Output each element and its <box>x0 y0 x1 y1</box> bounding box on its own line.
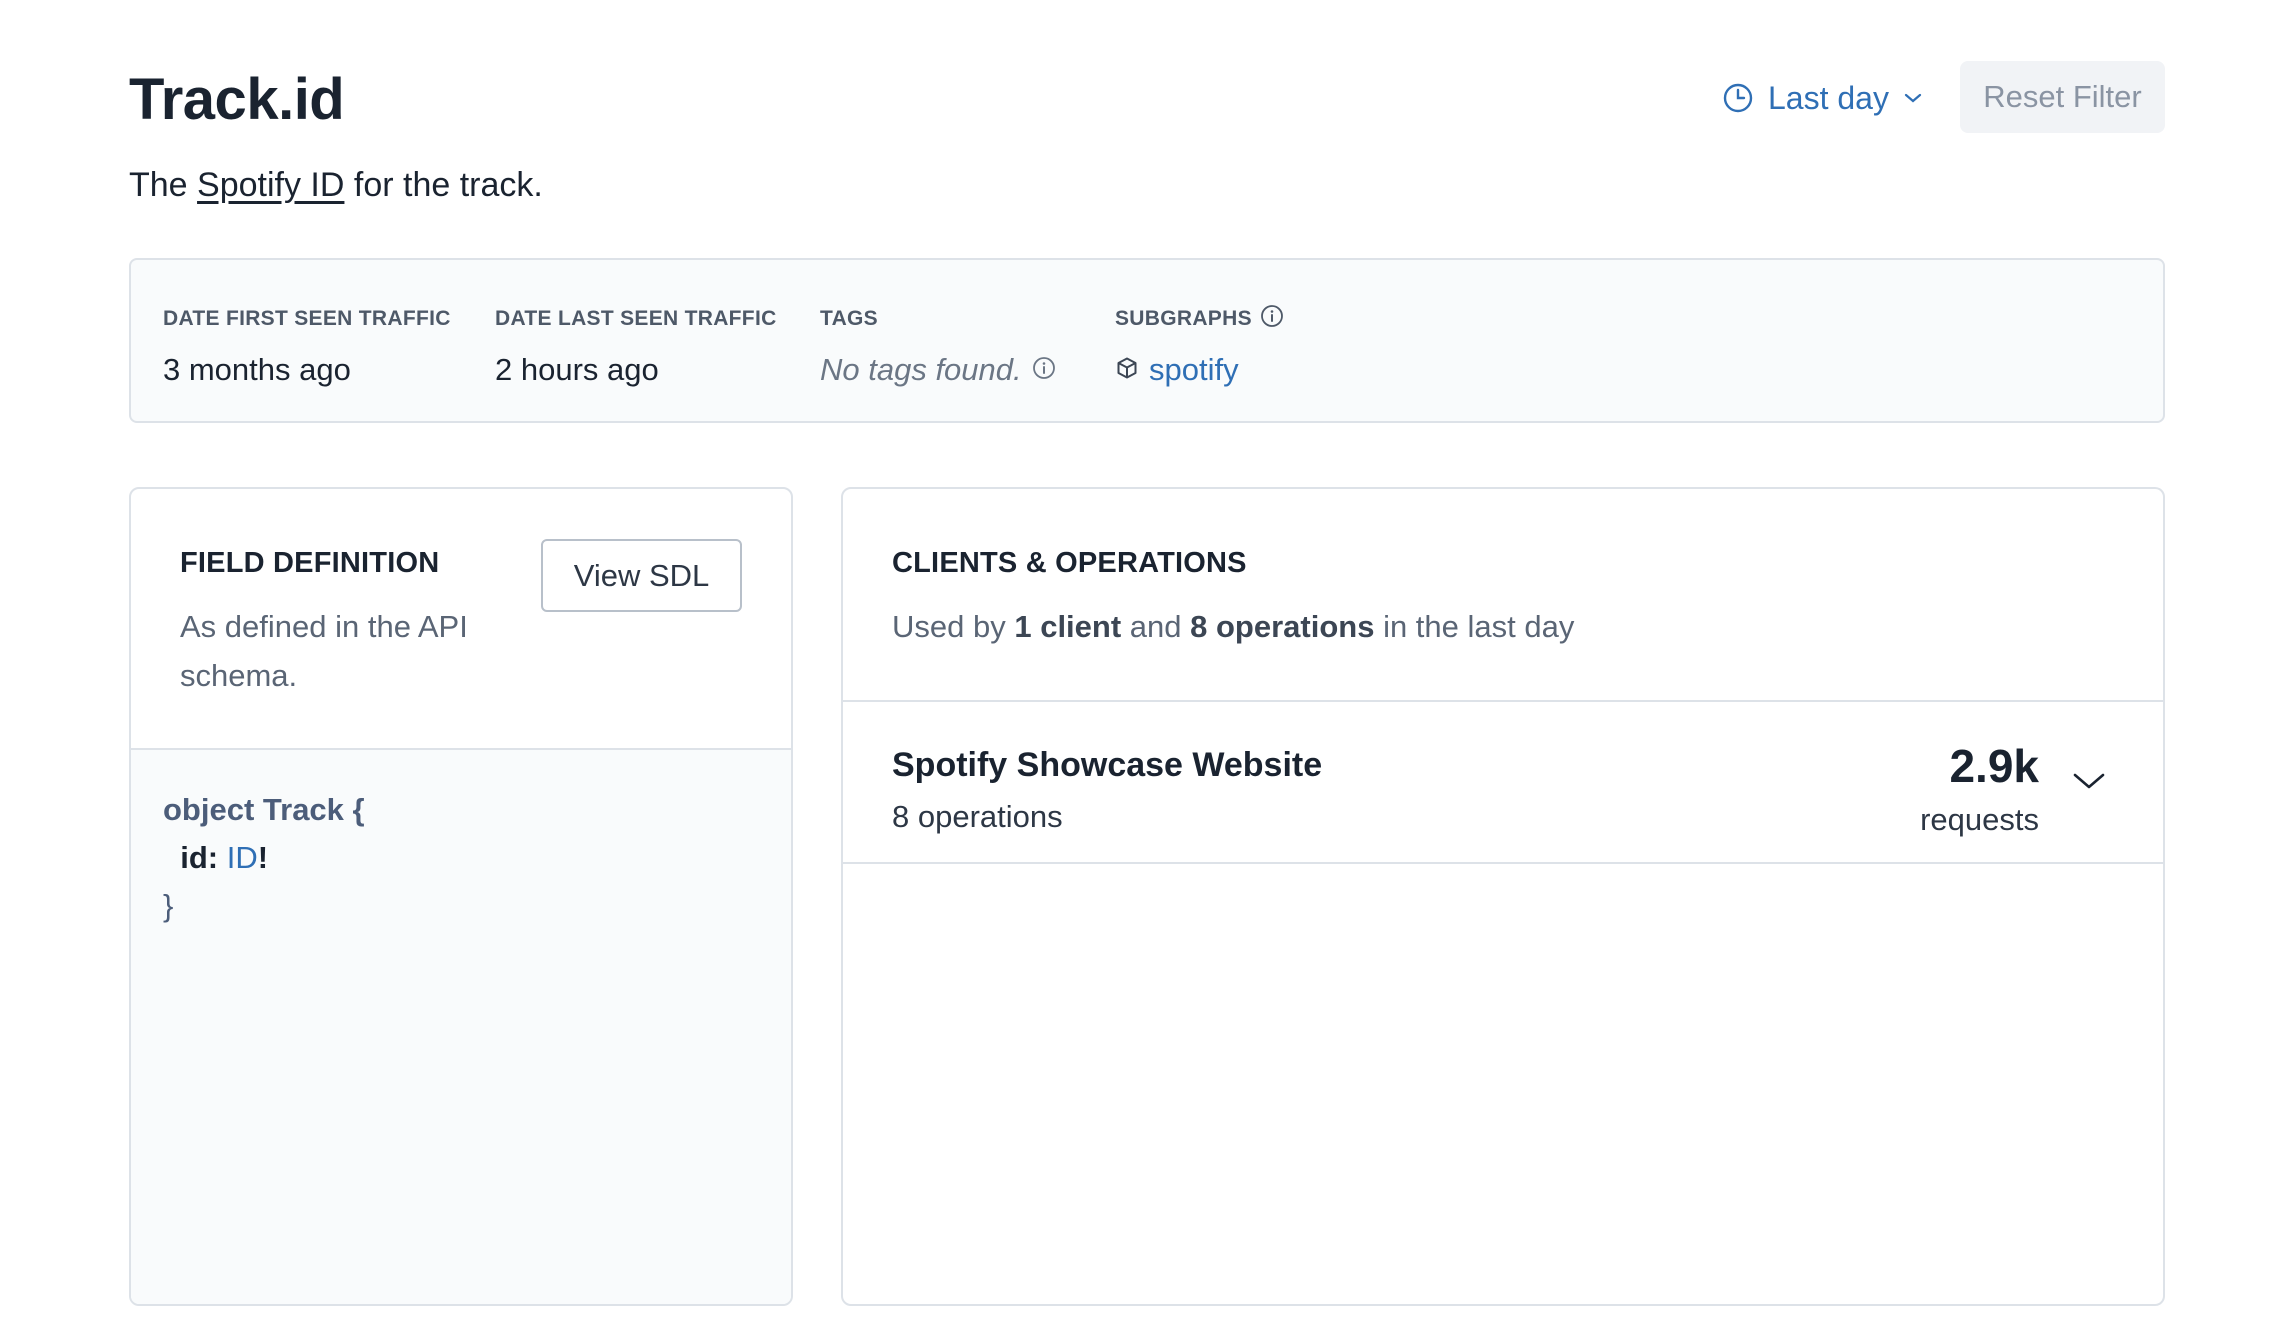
field-definition-card: FIELD DEFINITION As defined in the API s… <box>129 487 793 1306</box>
summary-operations: 8 operations <box>1190 609 1375 644</box>
client-requests: 2.9k requests <box>1920 738 2039 838</box>
divider <box>843 862 2163 864</box>
field-definition-subtitle: As defined in the API schema. <box>180 602 468 700</box>
tags-value-row: No tags found. <box>820 349 1056 391</box>
chevron-down-icon <box>2072 770 2106 797</box>
subgraphs-column: SUBGRAPHS spotify <box>1115 305 1284 391</box>
first-seen-value: 3 months ago <box>163 352 351 387</box>
clients-operations-card: CLIENTS & OPERATIONS Used by 1 client an… <box>841 487 2165 1306</box>
time-range-dropdown[interactable]: Last day <box>1722 74 1923 122</box>
subtitle-line-1: As defined in the API <box>180 609 468 644</box>
first-seen-label: DATE FIRST SEEN TRAFFIC <box>163 307 451 330</box>
request-label: requests <box>1920 802 2039 837</box>
view-sdl-button[interactable]: View SDL <box>541 539 742 612</box>
type-name: Track. <box>129 67 294 132</box>
code-line: id: ID! <box>163 834 365 882</box>
expand-client-toggle[interactable] <box>2069 768 2109 798</box>
spotify-id-link[interactable]: Spotify ID <box>197 166 344 204</box>
clients-operations-title: CLIENTS & OPERATIONS <box>892 547 1247 579</box>
code-line: object Track { <box>163 786 365 834</box>
subgraph-link[interactable]: spotify <box>1115 349 1284 391</box>
request-count: 2.9k <box>1949 740 2039 792</box>
field-metadata-bar: DATE FIRST SEEN TRAFFIC 3 months ago DAT… <box>129 258 2165 423</box>
code-field-name: id: <box>180 840 219 875</box>
code-non-null-marker: ! <box>257 840 269 875</box>
subtitle-line-2: schema. <box>180 658 298 693</box>
tags-value: No tags found. <box>820 352 1022 387</box>
subgraph-name: spotify <box>1149 352 1239 387</box>
summary-prefix: Used by <box>892 609 1015 644</box>
page-title: Track.id <box>129 62 345 138</box>
description-suffix: for the track. <box>344 166 543 204</box>
description-prefix: The <box>129 166 198 204</box>
last-seen-column: DATE LAST SEEN TRAFFIC 2 hours ago <box>495 305 777 391</box>
field-description: The Spotify ID for the track. <box>129 163 543 207</box>
client-operations-count: 8 operations <box>892 799 1063 834</box>
client-row[interactable]: Spotify Showcase Website 8 operations 2.… <box>843 702 2163 862</box>
code-object-decl: object Track { <box>163 792 365 827</box>
code-line: } <box>163 882 365 930</box>
summary-clients: 1 client <box>1014 609 1122 644</box>
field-insights-page: Track.id The Spotify ID for the track. L… <box>0 0 2280 1330</box>
code-closing-brace: } <box>163 888 174 923</box>
clock-icon <box>1722 82 1754 114</box>
subgraphs-label: SUBGRAPHS <box>1115 307 1252 330</box>
tags-column: TAGS No tags found. <box>820 305 1056 391</box>
client-name: Spotify Showcase Website <box>892 746 1323 784</box>
reset-filter-button[interactable]: Reset Filter <box>1960 61 2165 133</box>
sdl-code-panel: object Track { id: ID! } <box>131 750 791 1304</box>
last-seen-label: DATE LAST SEEN TRAFFIC <box>495 307 777 330</box>
subgraphs-label-row: SUBGRAPHS <box>1115 305 1284 333</box>
sdl-code-block: object Track { id: ID! } <box>163 786 365 930</box>
cube-icon <box>1115 352 1139 388</box>
tags-label: TAGS <box>820 307 878 330</box>
summary-and: and <box>1121 609 1191 644</box>
info-icon[interactable] <box>1260 304 1284 334</box>
info-icon[interactable] <box>1032 352 1056 388</box>
chevron-down-icon <box>1903 91 1923 105</box>
field-definition-title: FIELD DEFINITION <box>180 547 440 579</box>
field-name: id <box>293 67 345 132</box>
last-seen-value: 2 hours ago <box>495 352 659 387</box>
clients-summary: Used by 1 client and 8 operations in the… <box>892 602 1574 651</box>
time-range-label: Last day <box>1768 79 1889 116</box>
first-seen-column: DATE FIRST SEEN TRAFFIC 3 months ago <box>163 305 451 391</box>
code-field-type[interactable]: ID <box>227 840 258 875</box>
summary-suffix: in the last day <box>1374 609 1575 644</box>
